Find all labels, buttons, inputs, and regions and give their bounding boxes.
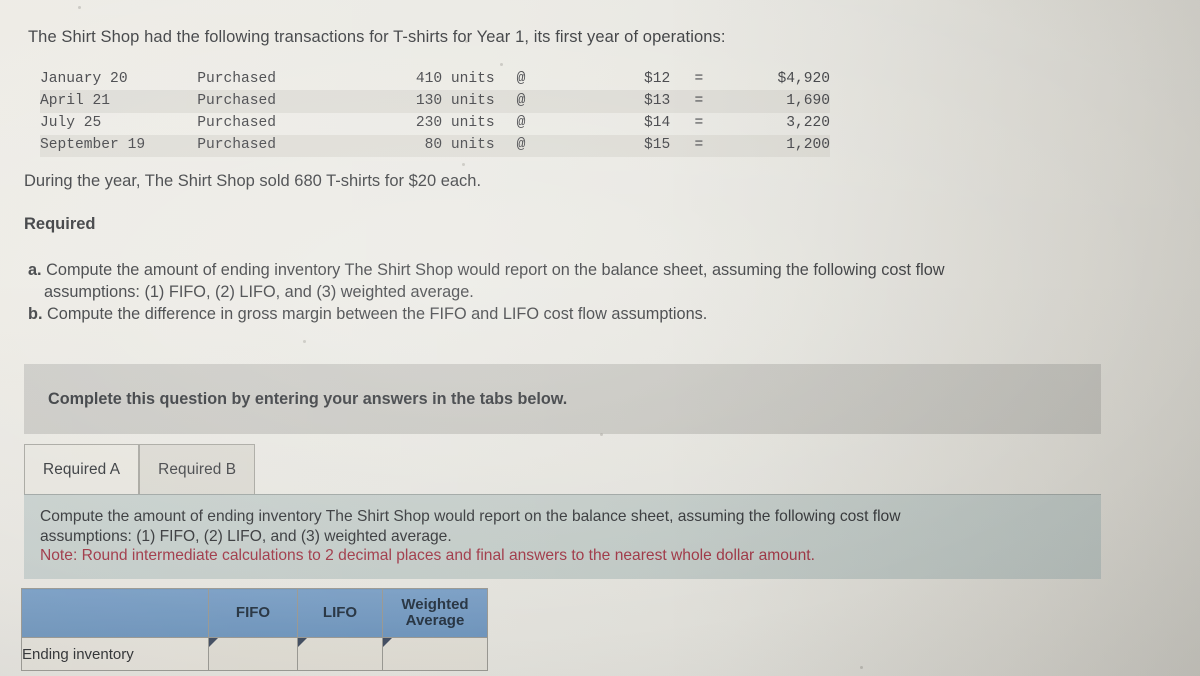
answer-table-header-row: FIFO LIFO Weighted Average xyxy=(21,588,488,638)
complete-question-banner: Complete this question by entering your … xyxy=(24,364,1101,434)
txn-date: September 19 xyxy=(40,134,198,157)
txn-equals: = xyxy=(694,115,704,131)
cell-corner-marker-icon xyxy=(383,638,392,647)
tab-required-a-label: Required A xyxy=(43,460,121,478)
table-row: Ending inventory xyxy=(21,637,488,671)
input-ending-inventory-lifo[interactable] xyxy=(297,637,383,671)
txn-at: @ xyxy=(516,70,526,87)
input-ending-inventory-weighted-average[interactable] xyxy=(382,637,488,671)
txn-cost: $13 xyxy=(583,90,671,113)
required-item-b-text: Compute the difference in gross margin b… xyxy=(47,305,708,324)
sold-statement: During the year, The Shirt Shop sold 680… xyxy=(24,172,482,190)
table-row: April 21 Purchased 130 units @ $13 = 1,6… xyxy=(40,90,830,113)
answer-table-head: FIFO LIFO Weighted Average xyxy=(21,588,488,638)
instruction-line-2: assumptions: (1) FIFO, (2) LIFO, and (3)… xyxy=(40,527,452,545)
instruction-panel: Compute the amount of ending inventory T… xyxy=(24,494,1101,579)
header-blank xyxy=(21,588,209,638)
txn-date: April 21 xyxy=(40,90,198,113)
txn-total: 3,220 xyxy=(786,115,830,131)
txn-action: Purchased xyxy=(197,134,363,157)
txn-total: 1,690 xyxy=(727,90,830,113)
txn-units: 230 units xyxy=(415,115,495,131)
txn-units: 410 units xyxy=(415,70,495,87)
txn-action: Purchased xyxy=(197,115,277,131)
txn-action: Purchased xyxy=(197,70,277,87)
cell-corner-marker-icon xyxy=(298,638,307,647)
instruction-line-1: Compute the amount of ending inventory T… xyxy=(40,508,901,525)
txn-total: $4,920 xyxy=(777,70,830,87)
txn-units: 130 units xyxy=(362,90,517,113)
txn-total: 1,200 xyxy=(727,134,830,157)
required-item-b-label: b. xyxy=(28,305,43,324)
required-item-a: a. Compute the amount of ending inventor… xyxy=(28,260,1163,281)
txn-cost: $15 xyxy=(583,134,671,157)
txn-date: January 20 xyxy=(40,70,128,87)
row-label-ending-inventory: Ending inventory xyxy=(21,637,209,671)
transactions-table: January 20 Purchased 410 units @ $12 = $… xyxy=(40,68,830,157)
tab-bar: Required A Required B xyxy=(24,442,256,494)
header-weighted-average: Weighted Average xyxy=(382,588,488,638)
required-item-b: b. Compute the difference in gross margi… xyxy=(28,304,1163,325)
intro-text: The Shirt Shop had the following transac… xyxy=(28,28,726,46)
table-row: January 20 Purchased 410 units @ $12 = $… xyxy=(40,68,830,90)
instruction-note: Note: Round intermediate calculations to… xyxy=(40,547,815,565)
header-fifo: FIFO xyxy=(208,588,298,638)
tab-required-b-label: Required B xyxy=(158,460,237,478)
txn-cost: $12 xyxy=(643,70,671,87)
txn-cost: $14 xyxy=(643,115,671,131)
tab-required-b[interactable]: Required B xyxy=(139,444,256,494)
txn-at: @ xyxy=(516,134,584,157)
required-item-a-label: a. xyxy=(28,261,42,279)
transactions-table-wrapper: January 20 Purchased 410 units @ $12 = $… xyxy=(40,68,830,157)
txn-at: @ xyxy=(516,90,584,113)
answer-table-wrapper: FIFO LIFO Weighted Average Ending invent… xyxy=(21,588,488,671)
txn-equals: = xyxy=(670,90,728,113)
txn-action: Purchased xyxy=(197,90,363,113)
required-heading: Required xyxy=(24,215,96,233)
txn-date: July 25 xyxy=(40,115,102,131)
required-item-a-line1: Compute the amount of ending inventory T… xyxy=(46,261,945,279)
tab-required-a[interactable]: Required A xyxy=(24,444,140,494)
required-item-a-continuation: assumptions: (1) FIFO, (2) LIFO, and (3)… xyxy=(28,282,1163,303)
txn-units: 80 units xyxy=(362,134,517,157)
txn-equals: = xyxy=(694,70,704,87)
answer-table: FIFO LIFO Weighted Average Ending invent… xyxy=(21,588,488,671)
input-ending-inventory-fifo[interactable] xyxy=(208,637,298,671)
txn-equals: = xyxy=(670,134,728,157)
cell-corner-marker-icon xyxy=(209,638,218,647)
banner-text: Complete this question by entering your … xyxy=(48,389,568,408)
table-row: September 19 Purchased 80 units @ $15 = … xyxy=(40,134,830,157)
required-item-a-line2: assumptions: (1) FIFO, (2) LIFO, and (3)… xyxy=(44,283,474,302)
header-lifo: LIFO xyxy=(297,588,383,638)
answer-table-body: Ending inventory xyxy=(21,637,488,671)
required-items: a. Compute the amount of ending inventor… xyxy=(28,260,1163,327)
table-row: July 25 Purchased 230 units @ $14 = 3,22… xyxy=(40,113,830,135)
txn-at: @ xyxy=(516,115,526,131)
